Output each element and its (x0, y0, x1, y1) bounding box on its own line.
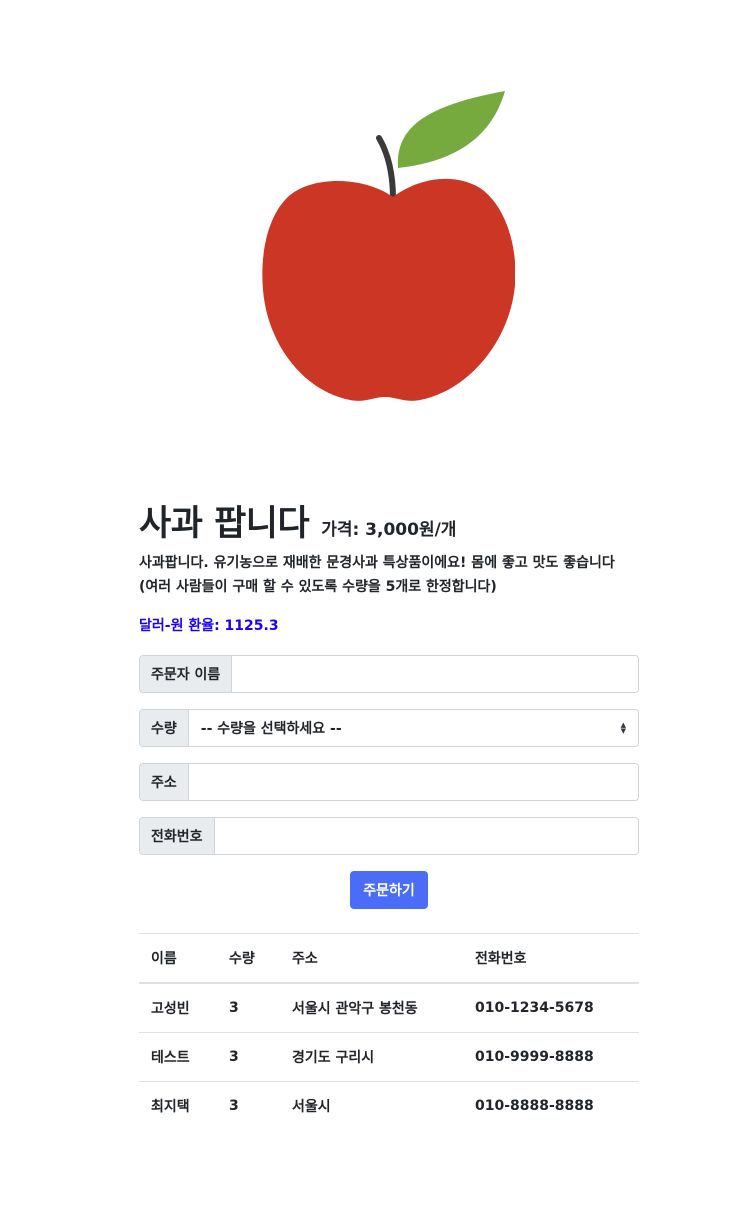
cell-quantity: 3 (217, 1081, 280, 1130)
header-address: 주소 (280, 933, 463, 984)
address-label: 주소 (140, 764, 189, 800)
page: 사과 팝니다 가격: 3,000원/개 사과팝니다. 유기농으로 재배한 문경사… (0, 0, 755, 1205)
cell-phone: 010-8888-8888 (463, 1081, 639, 1130)
cell-phone: 010-9999-8888 (463, 1032, 639, 1082)
table-row: 최지택 3 서울시 010-8888-8888 (139, 1081, 639, 1130)
name-input[interactable] (232, 656, 638, 692)
phone-label: 전화번호 (140, 818, 215, 854)
order-button[interactable]: 주문하기 (350, 871, 428, 909)
cell-name: 테스트 (139, 1032, 217, 1082)
header-phone: 전화번호 (463, 933, 639, 984)
cell-name: 고성빈 (151, 1001, 190, 1017)
submit-row: 주문하기 (139, 871, 639, 909)
orders-table: 이름 수량 주소 전화번호 고성빈 3 서울시 관악구 봉천동 010-1234… (139, 933, 639, 1130)
address-input[interactable] (188, 764, 638, 800)
apple-icon (262, 91, 515, 401)
apple-stem (376, 135, 396, 202)
table-row: 테스트 3 경기도 구리시 010-9999-8888 (139, 1032, 639, 1082)
main-content: 사과 팝니다 가격: 3,000원/개 사과팝니다. 유기농으로 재배한 문경사… (139, 495, 639, 1130)
table-header-row: 이름 수량 주소 전화번호 (139, 933, 639, 984)
product-description: 사과팝니다. 유기농으로 재배한 문경사과 특상품이에요! 몸에 좋고 맛도 좋… (139, 551, 639, 599)
cell-address: 서울시 관악구 봉천동 (292, 1001, 418, 1017)
apple-body (262, 178, 515, 401)
cell-quantity: 3 (217, 1032, 280, 1082)
cell-name: 최지택 (139, 1081, 217, 1130)
header-quantity: 수량 (217, 933, 280, 984)
name-label: 주문자 이름 (140, 656, 233, 692)
cell-quantity: 3 (229, 1000, 239, 1016)
quantity-selected-value: -- 수량을 선택하세요 -- (200, 721, 342, 737)
product-image-area (0, 0, 755, 470)
address-input-group: 주소 (139, 763, 639, 801)
page-title: 사과 팝니다 (139, 504, 310, 544)
exchange-rate-text: 달러-원 환율: 1125.3 (139, 618, 279, 634)
apple-leaf (397, 91, 505, 168)
exchange-rate: 달러-원 환율: 1125.3 (139, 615, 639, 637)
description-line-1: 사과팝니다. 유기농으로 재배한 문경사과 특상품이에요! 몸에 좋고 맛도 좋… (139, 555, 615, 571)
select-arrows-icon: ▲ ▼ (620, 721, 626, 735)
quantity-input-group: 수량 -- 수량을 선택하세요 -- ▲ ▼ (139, 709, 639, 747)
table-row: 고성빈 3 서울시 관악구 봉천동 010-1234-5678 (139, 983, 639, 1033)
cell-address: 경기도 구리시 (280, 1032, 463, 1082)
name-input-group: 주문자 이름 (139, 655, 639, 693)
header-name: 이름 (139, 933, 217, 984)
price-label: 가격: 3,000원/개 (321, 520, 457, 540)
cell-phone: 010-1234-5678 (475, 1000, 594, 1016)
phone-input[interactable] (214, 818, 638, 854)
cell-address: 서울시 (280, 1081, 463, 1130)
title-row: 사과 팝니다 가격: 3,000원/개 (139, 495, 639, 544)
quantity-label: 수량 (140, 710, 189, 746)
description-line-2: (여러 사람들이 구매 할 수 있도록 수량을 5개로 한정합니다) (139, 579, 497, 595)
quantity-select[interactable]: -- 수량을 선택하세요 -- ▲ ▼ (188, 710, 638, 746)
phone-input-group: 전화번호 (139, 817, 639, 855)
